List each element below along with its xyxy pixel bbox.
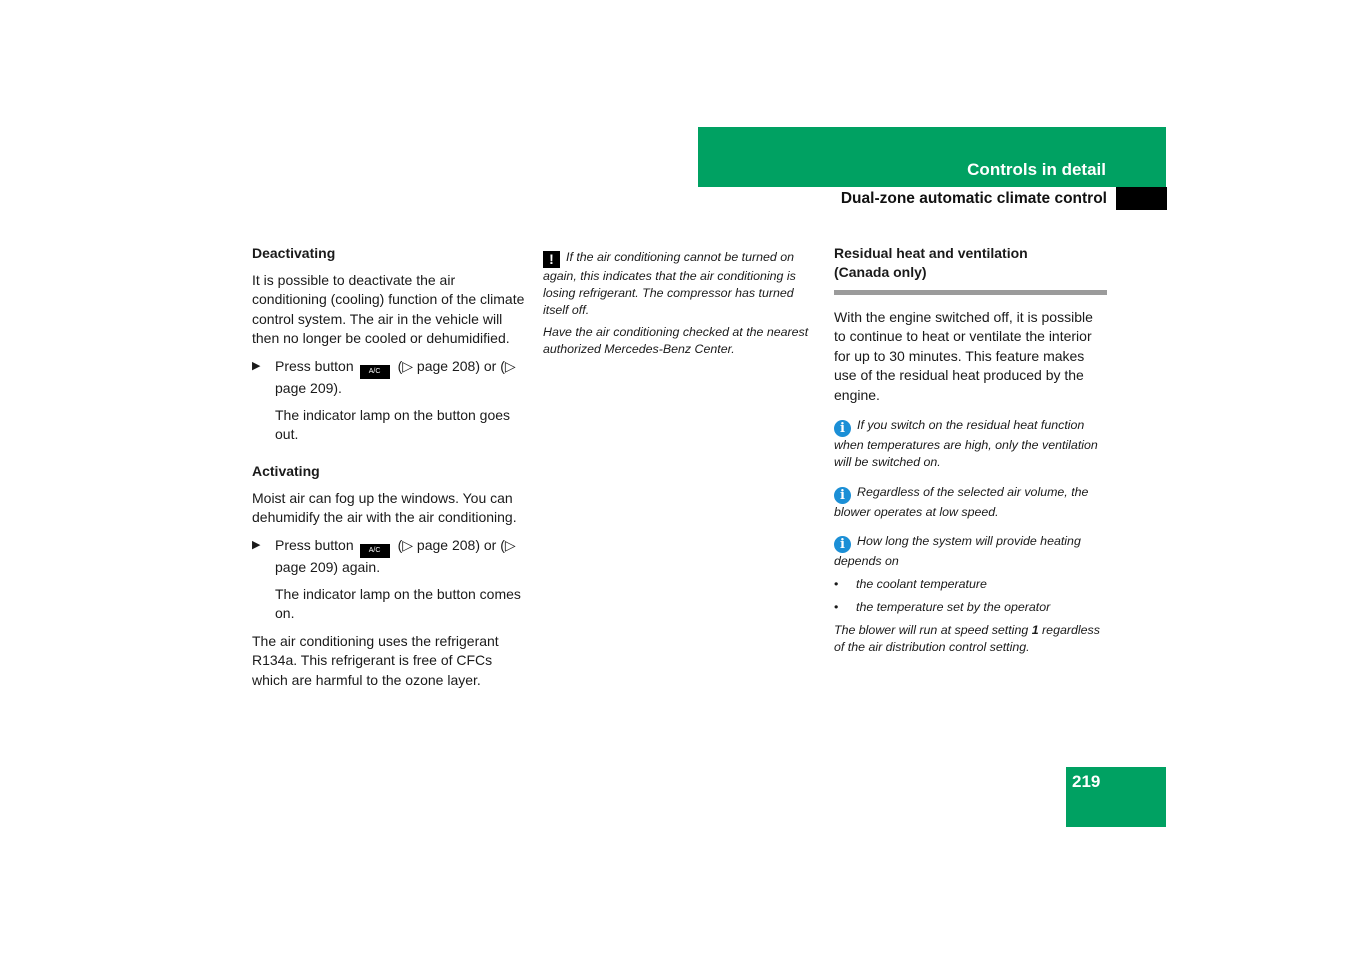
activating-result: The indicator lamp on the button comes o… [275, 586, 521, 622]
left-column: Deactivating It is possible to deactivat… [252, 244, 527, 690]
bullet-item: • the coolant temperature [834, 577, 987, 592]
deactivating-intro: It is possible to deactivate the air con… [252, 272, 525, 347]
info-icon: i [834, 486, 851, 504]
info-icon: i [834, 536, 851, 554]
right-column: Residual heat and ventilation (Canada on… [834, 244, 1107, 655]
page-number: 219 [1072, 772, 1101, 791]
warning-icon: ! [543, 251, 560, 268]
deactivating-step: ▶ Press button A/C (▷ page 208) or (▷ page… [252, 357, 527, 398]
step-arrow-icon: ▶ [252, 538, 261, 551]
deactivating-result: The indicator lamp on the button goes ou… [275, 407, 511, 443]
activating-heading: Activating [252, 462, 320, 479]
refrigerant-note: The air conditioning uses the refrigeran… [252, 632, 499, 688]
step-arrow-icon: ▶ [252, 359, 261, 372]
step-prefix: Press button [275, 536, 354, 553]
activating-step: ▶ Press button A/C (▷ page 208) or (▷ page… [252, 536, 527, 577]
info-note: i How long the system will provide heatin… [834, 534, 1081, 569]
ac-button-icon: A/C [359, 543, 390, 558]
residual-heat-intro: With the engine switched off, it is poss… [834, 309, 1093, 403]
deactivating-heading: Deactivating [252, 245, 336, 261]
warning-note: ! If the air conditioning cannot be turne… [543, 249, 821, 318]
page-number-box: 219 [1066, 767, 1166, 827]
warning-followup: Have the air conditioning checked at the… [543, 325, 809, 357]
closing-note: The blower will run at speed setting 1 r… [834, 622, 1100, 654]
heading-rule [834, 290, 1107, 295]
bullet-icon: • [834, 577, 839, 592]
bullet-item: • the temperature set by the operator [834, 600, 1051, 615]
info-note: i If you switch on the residual heat func… [834, 418, 1098, 469]
info-icon: i [834, 420, 851, 438]
subsection-title: Dual-zone automatic climate control [840, 190, 1107, 207]
activating-intro: Moist air can fog up the windows. You ca… [252, 489, 517, 526]
section-header-bar: Controls in detail [698, 127, 1166, 187]
bullet-icon: • [834, 600, 839, 615]
ac-button-icon: A/C [359, 364, 390, 379]
step-prefix: Press button [275, 357, 354, 374]
section-title: Controls in detail [967, 160, 1106, 179]
info-note: i Regardless of the selected air volume, … [834, 484, 1089, 519]
residual-heat-heading: Residual heat and ventilation (Canada on… [834, 245, 1028, 280]
middle-column: ! If the air conditioning cannot be turne… [543, 249, 821, 358]
subsection-marker [1116, 187, 1167, 210]
warning-text: If the air conditioning cannot be turned… [543, 250, 796, 317]
